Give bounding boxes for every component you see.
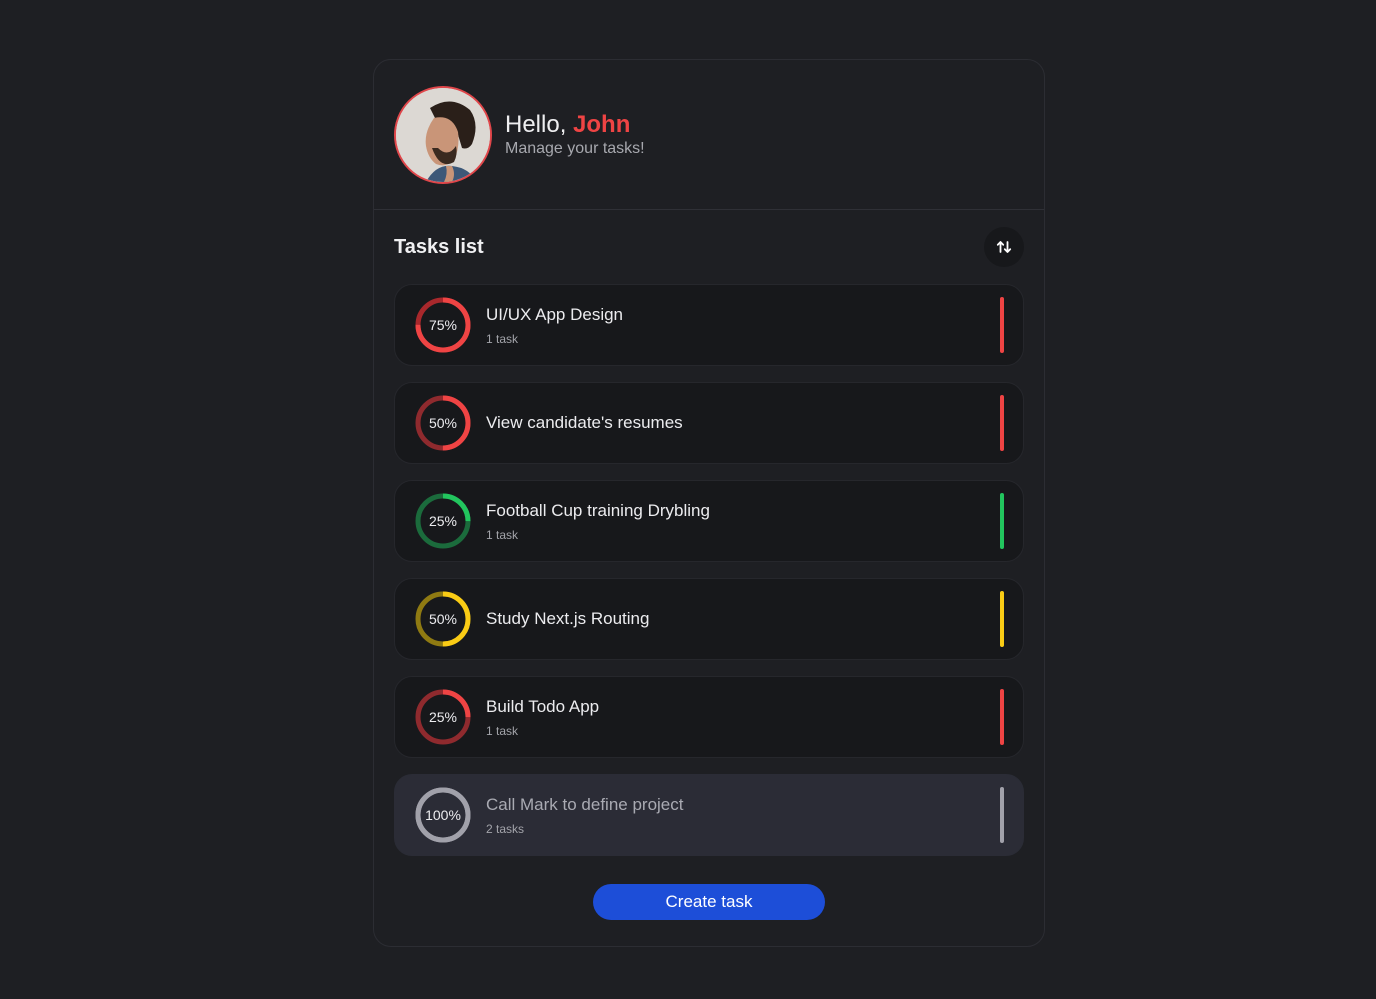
progress-ring: 25% [414, 492, 472, 550]
progress-ring: 75% [414, 296, 472, 354]
avatar[interactable] [394, 85, 492, 184]
task-count: 1 task [486, 527, 519, 542]
sort-arrows-icon [996, 241, 1012, 253]
progress-ring: 100% [414, 786, 472, 844]
progress-percent: 25% [428, 513, 458, 529]
priority-bar [1000, 787, 1004, 843]
progress-percent: 100% [425, 807, 461, 823]
task-item[interactable]: 50% Study Next.js Routing [394, 578, 1024, 660]
task-item[interactable]: 50% View candidate's resumes [394, 382, 1024, 464]
task-item[interactable]: 100% Call Mark to define project 2 tasks [394, 774, 1024, 856]
progress-ring: 50% [414, 590, 472, 648]
priority-bar [1000, 689, 1004, 745]
task-title: Call Mark to define project [486, 794, 684, 814]
user-name: John [573, 111, 631, 138]
task-title: Football Cup training Drybling [486, 500, 710, 520]
task-card: Hello, John Manage your tasks! Tasks lis… [373, 59, 1045, 947]
progress-ring: 25% [414, 688, 472, 746]
task-item[interactable]: 25% Football Cup training Drybling 1 task [394, 480, 1024, 562]
task-count: 1 task [486, 723, 519, 738]
priority-bar [1000, 395, 1004, 451]
progress-percent: 50% [428, 415, 458, 431]
priority-bar [1000, 297, 1004, 353]
greeting: Hello, John [505, 111, 645, 139]
task-title: Study Next.js Routing [486, 609, 650, 628]
profile-header: Hello, John Manage your tasks! [374, 60, 1044, 210]
sort-button[interactable] [984, 227, 1024, 267]
task-item[interactable]: 75% UI/UX App Design 1 task [394, 284, 1024, 366]
greeting-subtitle: Manage your tasks! [505, 140, 645, 157]
progress-percent: 25% [428, 709, 458, 725]
task-title: Build Todo App [486, 696, 600, 716]
create-task-button[interactable]: Create task [593, 884, 825, 920]
task-count: 1 task [486, 331, 519, 346]
progress-percent: 75% [428, 317, 458, 333]
task-title: View candidate's resumes [486, 413, 683, 432]
priority-bar [1000, 493, 1004, 549]
progress-percent: 50% [428, 611, 458, 627]
avatar-image [396, 87, 490, 182]
tasks-list-header: Tasks list [374, 210, 1044, 284]
greeting-text: Hello, [505, 111, 567, 138]
tasks-list-title: Tasks list [394, 235, 484, 258]
progress-ring: 50% [414, 394, 472, 452]
task-item[interactable]: 25% Build Todo App 1 task [394, 676, 1024, 758]
priority-bar [1000, 591, 1004, 647]
task-count: 2 tasks [486, 821, 525, 836]
task-title: UI/UX App Design [486, 304, 624, 324]
tasks-list: 75% UI/UX App Design 1 task 50% View candida… [374, 284, 1044, 856]
